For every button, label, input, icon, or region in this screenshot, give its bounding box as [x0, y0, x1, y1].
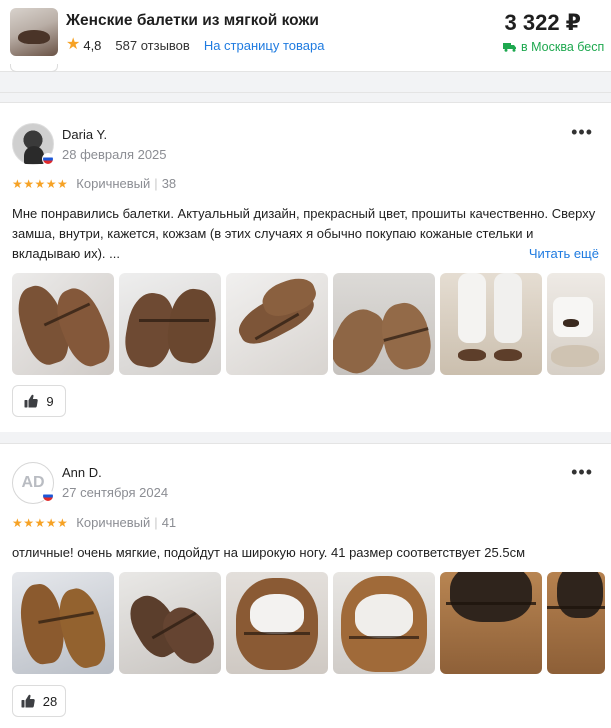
- review-size: 41: [161, 515, 177, 530]
- review-variant: Коричневый: [76, 515, 151, 530]
- russia-flag-icon: [42, 153, 54, 165]
- russia-flag-icon: [42, 490, 54, 502]
- review-photo[interactable]: [547, 572, 605, 674]
- review-photos: [12, 273, 605, 375]
- review-photo[interactable]: [12, 572, 114, 674]
- delivery-text: в Москва бесп: [521, 40, 605, 54]
- review-photo[interactable]: [440, 572, 542, 674]
- review-photo[interactable]: [119, 273, 221, 375]
- review-rating-row: ★★★★★ Коричневый | 38: [12, 176, 176, 191]
- review-date: 28 февраля 2025: [62, 147, 167, 162]
- thumbnail-strip-edge: [10, 64, 58, 72]
- more-options-icon[interactable]: •••: [571, 463, 593, 481]
- review-variant: Коричневый: [76, 176, 151, 191]
- reviews-count: 587 отзывов: [115, 37, 190, 53]
- review-text: отличные! очень мягкие, подойдут на широ…: [12, 545, 526, 560]
- review-photo[interactable]: [226, 572, 328, 674]
- thumbs-up-icon: [24, 394, 39, 408]
- like-button[interactable]: 28: [12, 685, 66, 717]
- variant-divider: |: [154, 515, 158, 530]
- product-rating-row: ★ 4,8 587 отзывов На страницу товара: [66, 37, 324, 53]
- like-button[interactable]: 9: [12, 385, 66, 417]
- review-photo[interactable]: [119, 572, 221, 674]
- review-photo[interactable]: [333, 572, 435, 674]
- truck-icon: [503, 43, 516, 52]
- thumbs-up-icon: [21, 694, 35, 708]
- read-more-link[interactable]: Читать ещё: [529, 246, 599, 261]
- review-photo[interactable]: [12, 273, 114, 375]
- rating-stars: ★★★★★: [12, 515, 69, 530]
- review-photo[interactable]: [547, 273, 605, 375]
- like-count: 9: [46, 393, 54, 409]
- product-title[interactable]: Женские балетки из мягкой кожи: [66, 12, 319, 30]
- product-thumbnail[interactable]: [10, 8, 58, 56]
- review-card: Daria Y. 28 февраля 2025 ••• ★★★★★ Корич…: [0, 102, 611, 432]
- review-date: 27 сентября 2024: [62, 485, 169, 500]
- product-header: Женские балетки из мягкой кожи ★ 4,8 587…: [0, 0, 611, 72]
- star-icon: ★: [66, 36, 81, 53]
- review-rating-row: ★★★★★ Коричневый | 41: [12, 515, 176, 530]
- product-page-link[interactable]: На страницу товара: [204, 38, 325, 53]
- review-card: AD Ann D. 27 сентября 2024 ••• ★★★★★ Кор…: [0, 443, 611, 728]
- review-photos: [12, 572, 605, 674]
- product-price: 3 322 ₽: [504, 10, 581, 35]
- review-size: 38: [161, 176, 177, 191]
- rating-value: 4,8: [83, 37, 102, 53]
- review-photo[interactable]: [226, 273, 328, 375]
- review-text: Мне понравились балетки. Актуальный диза…: [12, 206, 596, 261]
- review-photo[interactable]: [440, 273, 542, 375]
- review-author[interactable]: Ann D.: [62, 465, 102, 480]
- variant-divider: |: [154, 176, 158, 191]
- review-photo[interactable]: [333, 273, 435, 375]
- delivery-info: в Москва бесп: [503, 40, 604, 54]
- rating-stars: ★★★★★: [12, 176, 69, 191]
- more-options-icon[interactable]: •••: [571, 123, 593, 141]
- review-author[interactable]: Daria Y.: [62, 127, 107, 142]
- section-divider: [0, 92, 611, 93]
- like-count: 28: [42, 693, 58, 709]
